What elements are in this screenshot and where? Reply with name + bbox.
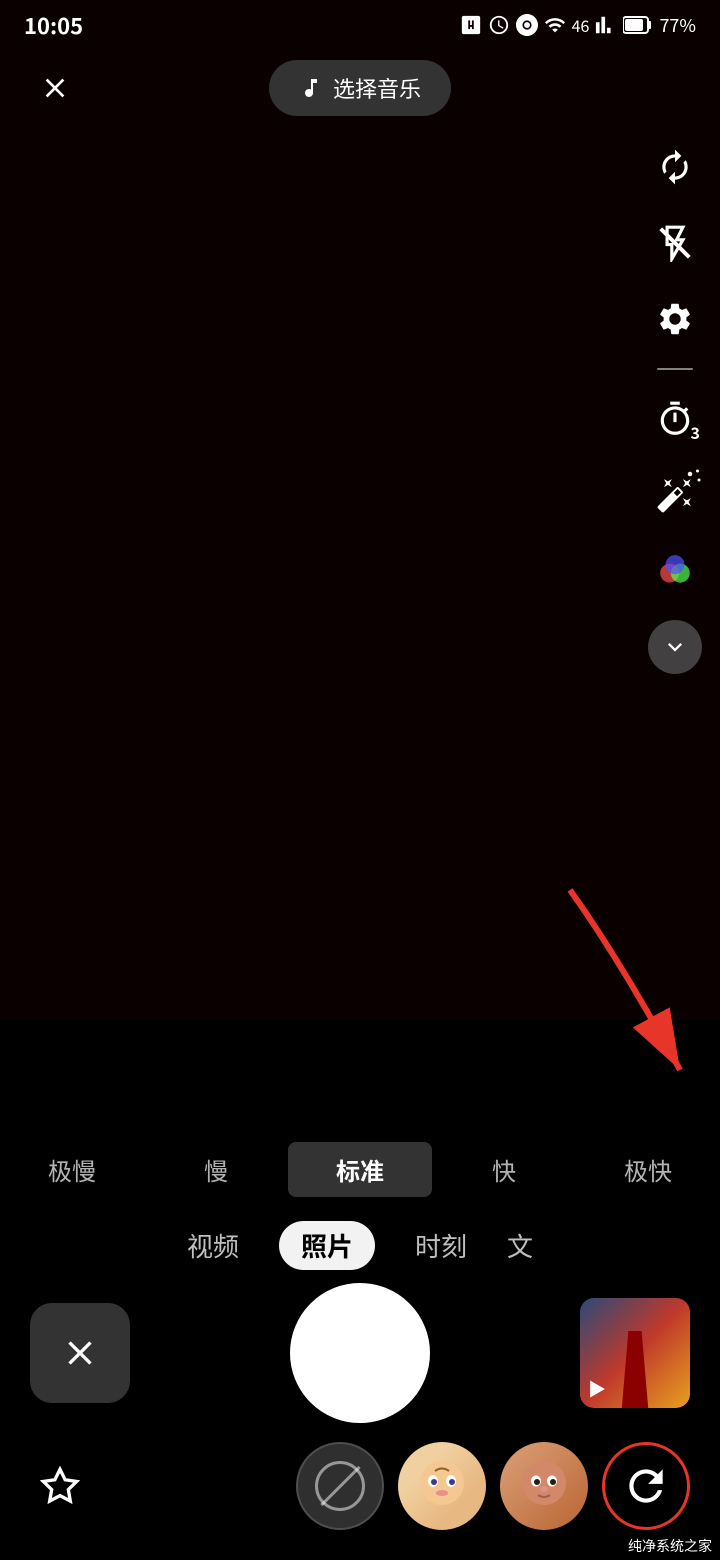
flash-button[interactable] <box>648 216 702 270</box>
speed-item-slow[interactable]: 慢 <box>144 1142 288 1197</box>
filter-face2[interactable] <box>500 1442 588 1530</box>
close-button[interactable] <box>30 63 80 113</box>
expand-button[interactable] <box>648 620 702 674</box>
mode-moment[interactable]: 时刻 <box>415 1227 467 1264</box>
favorites-button[interactable] <box>30 1456 90 1516</box>
watermark: 纯净系统之家 <box>620 1532 720 1560</box>
mode-selector: 视频 照片 时刻 文 <box>0 1211 720 1288</box>
settings-button[interactable] <box>648 292 702 346</box>
mode-photo[interactable]: 照片 <box>279 1221 375 1270</box>
signal-icon: 46 <box>572 13 590 37</box>
mode-video[interactable]: 视频 <box>187 1227 239 1264</box>
camera-viewfinder <box>0 0 720 1020</box>
status-time: 10:05 <box>24 9 83 41</box>
gallery-play-icon: ▶ <box>588 1376 606 1402</box>
nfc-icon <box>460 14 482 36</box>
filter-items <box>296 1442 690 1530</box>
timer-button[interactable]: 3 <box>648 392 702 446</box>
music-button[interactable]: 选择音乐 <box>269 60 451 116</box>
top-controls: 选择音乐 <box>0 60 720 116</box>
gallery-thumbnail[interactable]: ▶ <box>580 1298 690 1408</box>
filter-disabled[interactable] <box>296 1442 384 1530</box>
timer-badge: 3 <box>691 420 700 444</box>
signal-bars-icon <box>595 14 617 36</box>
filter-row <box>0 1428 720 1550</box>
color-filter-button[interactable] <box>648 544 702 598</box>
right-sidebar: 3 <box>648 140 702 674</box>
speed-item-fast[interactable]: 快 <box>432 1142 576 1197</box>
sidebar-divider <box>657 368 693 370</box>
alarm-icon <box>488 14 510 36</box>
filter-refresh[interactable] <box>602 1442 690 1530</box>
status-bar: 10:05 46 77% <box>0 0 720 50</box>
no-filter-icon <box>315 1461 365 1511</box>
speed-item-standard[interactable]: 标准 <box>288 1142 432 1197</box>
filter-face1[interactable] <box>398 1442 486 1530</box>
wifi-icon <box>544 14 566 36</box>
speed-item-very-fast[interactable]: 极快 <box>576 1142 720 1197</box>
bottom-panel: 极慢 慢 标准 快 极快 视频 照片 时刻 文 <box>0 1124 720 1560</box>
battery-percent: 77% <box>659 12 696 38</box>
magic-wand-button[interactable] <box>648 468 702 522</box>
status-icons: 46 77% <box>460 12 696 38</box>
camera-icon <box>516 14 538 36</box>
gallery-thumb-image: ▶ <box>580 1298 690 1408</box>
flip-camera-button[interactable] <box>648 140 702 194</box>
mode-text[interactable]: 文 <box>507 1227 533 1264</box>
battery-icon <box>623 14 653 36</box>
music-button-label: 选择音乐 <box>333 72 421 104</box>
speed-selector: 极慢 慢 标准 快 极快 <box>0 1124 720 1211</box>
face1-illustration <box>407 1451 477 1521</box>
speed-item-very-slow[interactable]: 极慢 <box>0 1142 144 1197</box>
face2-illustration <box>509 1451 579 1521</box>
delete-button[interactable] <box>30 1303 130 1403</box>
shutter-button[interactable] <box>290 1283 430 1423</box>
camera-controls: ▶ <box>0 1288 720 1428</box>
refresh-icon <box>621 1461 671 1511</box>
thumb-figure <box>602 1331 668 1408</box>
